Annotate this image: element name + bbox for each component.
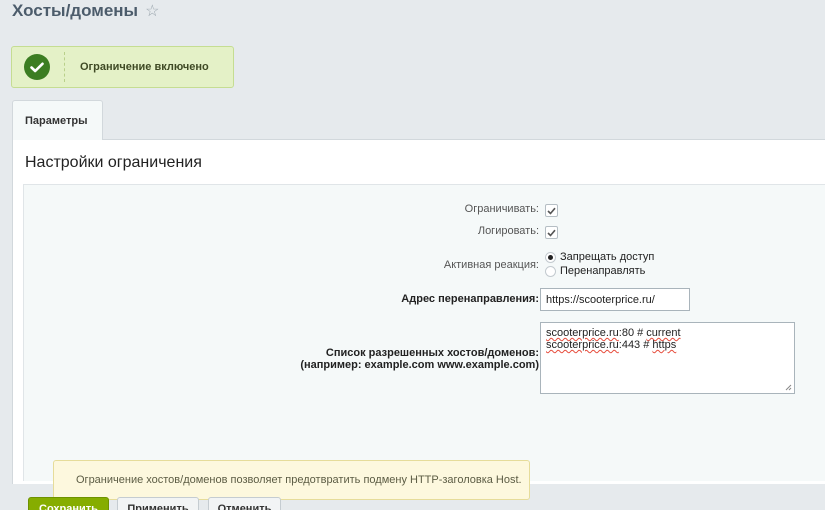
tab-parameters[interactable]: Параметры bbox=[12, 100, 103, 140]
hint-text: Ограничение хостов/доменов позволяет пре… bbox=[76, 474, 522, 486]
settings-panel: Настройки ограничения Ограничивать: Логи… bbox=[12, 139, 825, 500]
radio-redirect-label[interactable]: Перенаправлять bbox=[560, 265, 645, 277]
radio-deny-access[interactable] bbox=[545, 252, 556, 263]
status-notice: Ограничение включено bbox=[11, 46, 234, 88]
notice-divider bbox=[64, 52, 65, 82]
radio-redirect[interactable] bbox=[545, 266, 556, 277]
star-icon[interactable]: ☆ bbox=[145, 1, 159, 21]
page-title-text: Хосты/домены bbox=[12, 1, 139, 20]
page-title: Хосты/домены ☆ bbox=[12, 1, 159, 21]
tab-parameters-label: Параметры bbox=[25, 114, 88, 127]
redirect-url-label: Адрес перенаправления: bbox=[401, 293, 539, 305]
restrict-label: Ограничивать: bbox=[464, 203, 539, 215]
hosts-line: scooterprice.ru:443 # https bbox=[546, 339, 677, 351]
log-checkbox[interactable] bbox=[545, 226, 558, 239]
hosts-label-line1: Список разрешенных хостов/доменов: bbox=[325, 347, 539, 359]
hosts-line: scooterprice.ru:80 # current bbox=[546, 327, 681, 339]
hint-box: Ограничение хостов/доменов позволяет пре… bbox=[53, 460, 530, 500]
log-label: Логировать: bbox=[477, 225, 539, 237]
checkmark-icon bbox=[547, 229, 556, 237]
radio-deny-access-label[interactable]: Запрещать доступ bbox=[560, 251, 654, 263]
checkmark-icon bbox=[547, 207, 556, 215]
reaction-label: Активная реакция: bbox=[443, 259, 539, 271]
hosts-textarea[interactable]: scooterprice.ru:80 # current scooterpric… bbox=[540, 322, 795, 394]
form-area: Ограничивать: Логировать: Активная реакц… bbox=[23, 184, 825, 500]
hosts-label: Список разрешенных хостов/доменов: (напр… bbox=[300, 347, 539, 371]
section-title: Настройки ограничения bbox=[25, 154, 202, 171]
notice-text: Ограничение включено bbox=[80, 61, 209, 73]
hosts-label-line2: (например: example.com www.example.com) bbox=[300, 359, 539, 371]
radio-selected-dot bbox=[548, 255, 553, 260]
resize-handle-icon[interactable] bbox=[785, 384, 792, 391]
restrict-checkbox[interactable] bbox=[545, 204, 558, 217]
check-circle-icon bbox=[24, 54, 50, 80]
apply-button[interactable]: Применить bbox=[117, 497, 199, 510]
cancel-button[interactable]: Отменить bbox=[208, 497, 281, 510]
redirect-url-input[interactable] bbox=[540, 288, 690, 311]
save-button[interactable]: Сохранить bbox=[28, 497, 109, 510]
